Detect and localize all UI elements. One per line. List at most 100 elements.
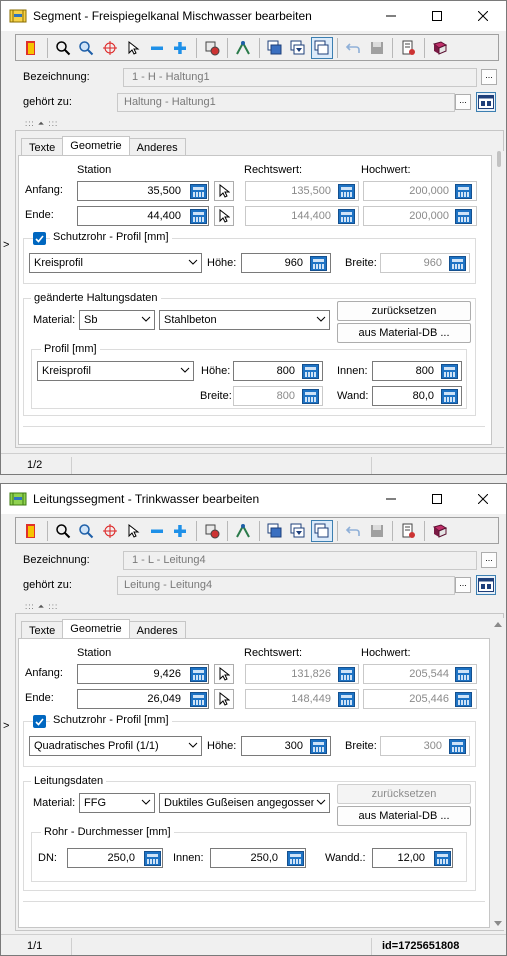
undo-icon[interactable] [342,37,364,59]
schutzrohr-checkbox[interactable] [33,232,46,245]
schutzrohr-profile-select[interactable]: Kreisprofil [29,253,202,273]
toolbar-separator [392,520,393,541]
zoom-icon[interactable] [52,520,74,542]
title-bar[interactable]: Segment - Freispiegelkanal Mischwasser b… [1,1,506,31]
splitter-handle[interactable]: ::: ⏶ ::: [25,602,58,612]
calculator-icon[interactable] [190,209,207,224]
reset-button[interactable]: zurücksetzen [337,784,471,804]
expand-arrow-icon[interactable]: > [3,720,9,732]
window-stack-icon[interactable] [264,37,286,59]
material-db-button[interactable]: aus Material-DB ... [337,806,471,826]
close-button[interactable] [460,484,506,514]
calculator-icon[interactable] [338,209,355,224]
calculator-icon[interactable] [144,851,161,866]
gehoert-browse-button[interactable]: ... [455,577,471,593]
scroll-up-icon[interactable] [493,620,503,628]
reset-button[interactable]: zurücksetzen [337,301,471,321]
material-db-button[interactable]: aus Material-DB ... [337,323,471,343]
calculator-icon[interactable] [302,364,319,379]
pick-point-icon[interactable] [214,664,234,684]
calculator-icon[interactable] [338,667,355,682]
calculator-icon[interactable] [190,184,207,199]
window-filter-icon[interactable] [287,37,309,59]
minus-icon[interactable] [146,37,168,59]
calculator-icon[interactable] [455,667,472,682]
schutzrohr-profile-select[interactable]: Quadratisches Profil (1/1) [29,736,202,756]
maximize-button[interactable] [414,1,460,31]
calculator-icon[interactable] [449,739,466,754]
schutzrohr-checkbox[interactable] [33,715,46,728]
gehoert-field[interactable]: Haltung - Haltung1 [117,93,455,112]
expand-arrow-icon[interactable]: > [3,239,9,251]
open-parent-icon[interactable] [476,575,496,595]
calculator-icon[interactable] [190,692,207,707]
minus-icon[interactable] [146,520,168,542]
window-stack-icon[interactable] [264,520,286,542]
pointer-icon[interactable] [122,37,144,59]
window-filter-icon[interactable] [287,520,309,542]
scroll-down-icon[interactable] [493,920,503,928]
window-single-icon[interactable] [310,36,333,59]
material-name-select[interactable]: Duktiles Gußeisen angegossene [159,793,330,813]
calculator-icon[interactable] [455,184,472,199]
scroll-thumb[interactable] [497,151,501,167]
bezeichnung-browse-button[interactable]: ... [481,69,497,85]
exit-door-icon[interactable] [20,37,42,59]
calculator-icon[interactable] [455,692,472,707]
pick-point-icon[interactable] [214,689,234,709]
vertical-scrollbar[interactable] [494,151,506,447]
zoom-extent-icon[interactable] [75,520,97,542]
calculator-icon[interactable] [310,256,327,271]
maximize-button[interactable] [414,484,460,514]
print-settings-icon[interactable] [397,520,419,542]
calculator-icon[interactable] [287,851,304,866]
bezeichnung-field[interactable]: 1 - L - Leitung4 [123,551,477,570]
pointer-icon[interactable] [122,520,144,542]
gehoert-browse-button[interactable]: ... [455,94,471,110]
window-single-icon[interactable] [310,519,333,542]
material-code-select[interactable]: Sb [79,310,155,330]
exit-door-icon[interactable] [20,520,42,542]
calculator-icon[interactable] [302,389,319,404]
open-parent-icon[interactable] [476,92,496,112]
save-icon[interactable] [366,520,388,542]
zoom-extent-icon[interactable] [75,37,97,59]
network-settings-icon[interactable] [201,520,223,542]
title-bar[interactable]: Leitungssegment - Trinkwasser bearbeiten [1,484,506,514]
calculator-icon[interactable] [338,692,355,707]
zoom-icon[interactable] [52,37,74,59]
material-code-select[interactable]: FFG [79,793,155,813]
route-edit-icon[interactable] [232,37,254,59]
bezeichnung-browse-button[interactable]: ... [481,552,497,568]
pick-point-icon[interactable] [214,181,234,201]
calculator-icon[interactable] [190,667,207,682]
minimize-button[interactable] [368,484,414,514]
calculator-icon[interactable] [449,256,466,271]
calculator-icon[interactable] [338,184,355,199]
profil-type-select[interactable]: Kreisprofil [37,361,194,381]
undo-icon[interactable] [342,520,364,542]
calculator-icon[interactable] [441,364,458,379]
network-settings-icon[interactable] [201,37,223,59]
manual-book-icon[interactable] [429,520,451,542]
manual-book-icon[interactable] [429,37,451,59]
calculator-icon[interactable] [434,851,451,866]
gehoert-field[interactable]: Leitung - Leitung4 [117,576,455,595]
route-edit-icon[interactable] [232,520,254,542]
print-settings-icon[interactable] [397,37,419,59]
splitter-handle[interactable]: ::: ⏶ ::: [25,119,58,129]
minimize-button[interactable] [368,1,414,31]
crosshair-icon[interactable] [99,520,121,542]
vertical-scrollbar[interactable] [492,618,504,930]
calculator-icon[interactable] [310,739,327,754]
calculator-icon[interactable] [441,389,458,404]
plus-icon[interactable] [169,520,191,542]
pick-point-icon[interactable] [214,206,234,226]
bezeichnung-field[interactable]: 1 - H - Haltung1 [123,68,477,87]
save-icon[interactable] [366,37,388,59]
crosshair-icon[interactable] [99,37,121,59]
calculator-icon[interactable] [455,209,472,224]
material-name-select[interactable]: Stahlbeton [159,310,330,330]
plus-icon[interactable] [169,37,191,59]
close-button[interactable] [460,1,506,31]
